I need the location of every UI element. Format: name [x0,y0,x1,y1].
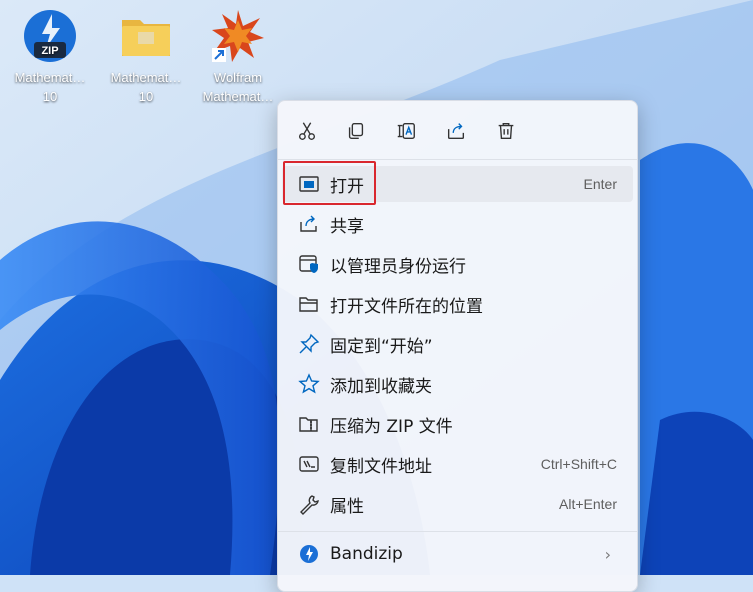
folder-icon [118,8,174,64]
highlight-annotation-box [283,161,376,205]
wrench-icon [298,493,320,515]
menu-item-label: 压缩为 ZIP 文件 [330,416,453,437]
delete-button[interactable] [486,114,526,148]
desktop-icon-wolfram-mathematica[interactable]: Wolfram Mathemat… [192,8,284,106]
menu-item-copy-as-path[interactable]: 复制文件地址 Ctrl+Shift+C [282,446,633,482]
zip-folder-icon [298,413,320,435]
menu-item-label: 以管理员身份运行 [330,256,466,277]
chevron-right-icon: › [604,544,611,564]
desktop-icon-label: Mathemat… 10 [110,70,182,104]
menu-item-compress-zip[interactable]: 压缩为 ZIP 文件 [282,406,633,442]
quick-actions-bar [278,114,637,154]
path-copy-icon [298,453,320,475]
menu-item-add-to-favorites[interactable]: 添加到收藏夹 [282,366,633,402]
bandizip-icon [298,543,320,565]
svg-text:ZIP: ZIP [41,45,58,57]
menu-item-label: 属性 [330,496,364,517]
menu-item-label: 添加到收藏夹 [330,376,432,397]
menu-item-share[interactable]: 共享 [282,206,633,242]
menu-item-shortcut: Alt+Enter [559,496,617,512]
menu-item-open-file-location[interactable]: 打开文件所在的位置 [282,286,633,322]
pin-icon [298,333,320,355]
desktop-icon-mathematica-folder[interactable]: Mathemat… 10 [100,8,192,106]
menu-item-label: 共享 [330,216,364,237]
menu-item-label: 固定到“开始” [330,336,433,357]
menu-item-shortcut: Ctrl+Shift+C [540,456,617,472]
copy-button[interactable] [336,114,376,148]
zip-archive-icon: ZIP [22,8,78,64]
share-icon [447,123,465,140]
menu-item-run-as-admin[interactable]: 以管理员身份运行 [282,246,633,282]
menu-item-shortcut: Enter [583,176,617,192]
menu-separator [278,531,637,532]
menu-item-bandizip[interactable]: Bandizip › [282,536,633,572]
menu-item-label: 打开文件所在的位置 [330,296,483,317]
share-icon [298,213,320,235]
rename-icon [397,122,415,140]
scissors-icon [298,122,316,140]
folder-open-icon [298,293,320,315]
desktop-icon-label: Mathemat… 10 [14,70,86,104]
rename-button[interactable] [386,114,426,148]
menu-item-properties[interactable]: 属性 Alt+Enter [282,486,633,522]
share-button[interactable] [436,114,476,148]
desktop-icon-mathematica-zip[interactable]: ZIP Mathemat… 10 [4,8,96,106]
shield-window-icon [298,253,320,275]
desktop-icon-label: Wolfram Mathemat… [202,70,274,104]
cut-button[interactable] [287,114,327,148]
copy-icon [348,122,364,140]
star-icon [298,373,320,395]
menu-item-label: Bandizip [330,544,403,564]
menu-separator [278,159,637,160]
menu-item-label: 复制文件地址 [330,456,432,477]
menu-item-pin-to-start[interactable]: 固定到“开始” [282,326,633,362]
trash-icon [498,122,514,140]
wolfram-mathematica-icon [210,8,266,64]
